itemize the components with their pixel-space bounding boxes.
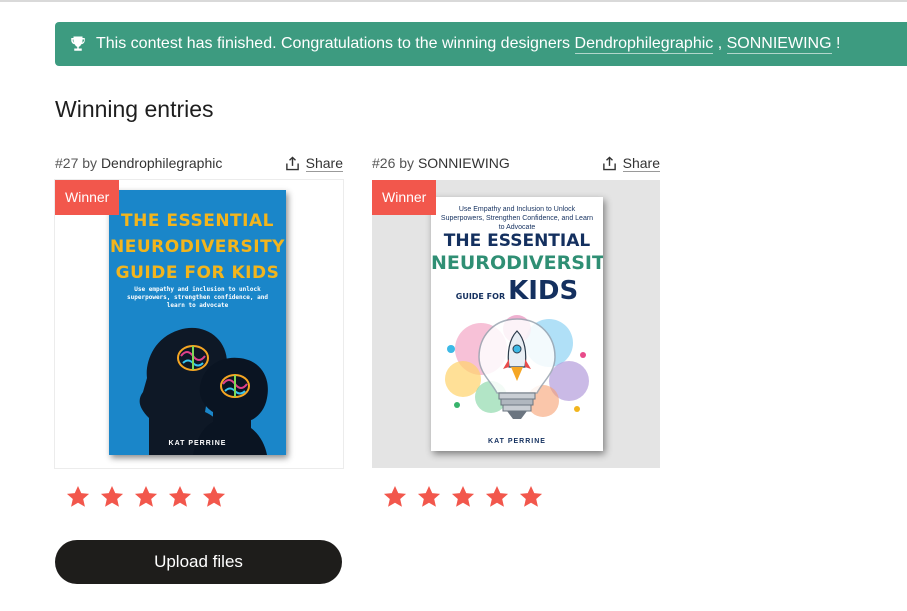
entry-by: by (399, 155, 415, 171)
cover-author: KAT PERRINE (168, 440, 227, 447)
cover-subtitle: Use Empathy and Inclusion to Unlock Supe… (440, 206, 594, 231)
star-icon[interactable] (201, 484, 227, 510)
entry-header: #26 by SONNIEWING Share (372, 150, 660, 176)
entry-thumbnail[interactable]: Winner Use Empathy and Inclusion to Unlo… (372, 180, 660, 468)
entry-byline: #27 by Dendrophilegraphic (55, 155, 222, 171)
children-silhouette-illustration (139, 327, 268, 455)
entry-card: #27 by Dendrophilegraphic Share Winner T… (55, 150, 343, 510)
share-label: Share (305, 154, 343, 172)
entry-number: #26 (372, 155, 396, 171)
share-icon (602, 155, 616, 170)
entry-by: by (82, 155, 98, 171)
lightbulb-rocket-illustration (445, 315, 589, 419)
cover-subtitle: Use empathy and inclusion to unlock supe… (127, 286, 268, 309)
section-title: Winning entries (55, 96, 214, 122)
star-icon[interactable] (167, 484, 193, 510)
star-icon[interactable] (133, 484, 159, 510)
star-icon[interactable] (65, 484, 91, 510)
winner-badge: Winner (55, 180, 120, 215)
share-button[interactable]: Share (602, 155, 660, 172)
share-button[interactable]: Share (285, 155, 343, 172)
star-icon[interactable] (450, 484, 476, 510)
entry-header: #27 by Dendrophilegraphic Share (55, 150, 343, 176)
star-icon[interactable] (484, 484, 510, 510)
contest-finished-banner: This contest has finished. Congratulatio… (55, 22, 907, 66)
book-cover-image: Use Empathy and Inclusion to Unlock Supe… (431, 197, 603, 451)
star-icon[interactable] (99, 484, 125, 510)
cover-title: THE ESSENTIAL NEURODIVERSITY GUIDE FOR K… (110, 211, 285, 283)
cover-title-line1: THE ESSENTIAL (443, 231, 591, 251)
winner-link-sonniewing[interactable]: SONNIEWING (726, 35, 832, 54)
banner-text: This contest has finished. Congratulatio… (96, 35, 571, 52)
entry-number: #27 (55, 155, 79, 171)
star-icon[interactable] (518, 484, 544, 510)
cover-title-kids: GUIDE FOR KIDS (455, 276, 579, 306)
trophy-icon (71, 36, 85, 51)
entry-designer[interactable]: SONNIEWING (418, 155, 510, 171)
star-rating[interactable] (372, 484, 660, 510)
star-rating[interactable] (55, 484, 343, 510)
entry-designer[interactable]: Dendrophilegraphic (101, 155, 222, 171)
banner-end: ! (831, 35, 841, 52)
winner-link-dendrophilegraphic[interactable]: Dendrophilegraphic (574, 35, 714, 54)
share-label: Share (622, 154, 660, 172)
book-cover-image: THE ESSENTIAL NEURODIVERSITY GUIDE FOR K… (109, 190, 286, 455)
entry-thumbnail[interactable]: Winner THE ESSENTIAL NEURODIVERSITY GUID… (55, 180, 343, 468)
star-icon[interactable] (382, 484, 408, 510)
banner-separator: , (713, 35, 727, 52)
share-icon (285, 155, 299, 170)
cover-title-line2: NEURODIVERSITY (431, 252, 603, 274)
entry-card: #26 by SONNIEWING Share Winner Use Empat… (372, 150, 660, 510)
cover-author: KAT PERRINE (488, 438, 546, 445)
top-divider (0, 0, 907, 2)
entry-byline: #26 by SONNIEWING (372, 155, 510, 171)
upload-files-button[interactable]: Upload files (55, 540, 342, 584)
star-icon[interactable] (416, 484, 442, 510)
winner-badge: Winner (372, 180, 437, 215)
